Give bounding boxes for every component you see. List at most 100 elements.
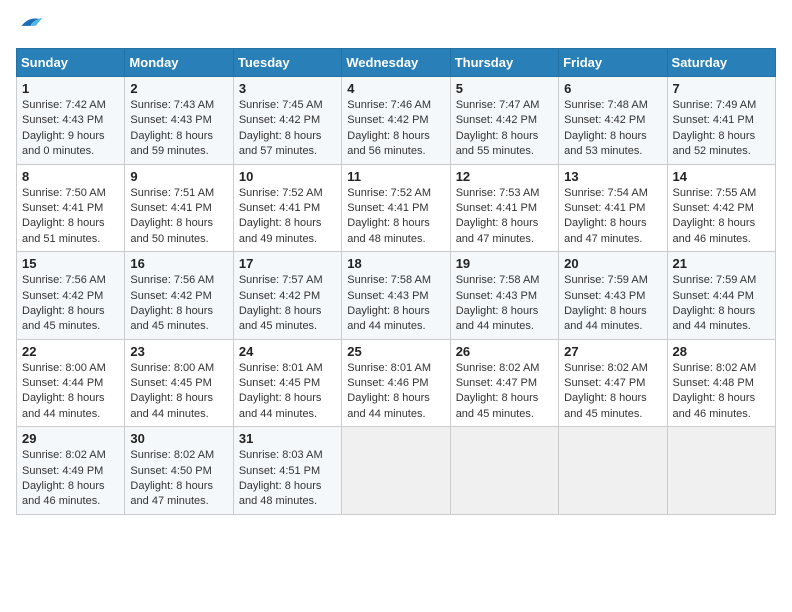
day-number: 21 [673,256,770,271]
calendar-cell: 19 Sunrise: 7:58 AMSunset: 4:43 PMDayligh… [450,252,558,340]
day-number: 29 [22,431,119,446]
cell-info: Sunrise: 7:56 AMSunset: 4:42 PMDaylight:… [22,273,119,335]
calendar-cell: 29Sunrise: 8:02 AMSunset: 4:49 PMDayligh… [17,427,125,515]
cell-info: Sunrise: 8:02 AMSunset: 4:48 PMDaylight:… [673,361,770,423]
day-number: 2 [130,81,227,96]
cell-info: Sunrise: 7:52 AMSunset: 4:41 PMDaylight:… [347,186,444,248]
calendar-cell: 21 Sunrise: 7:59 AMSunset: 4:44 PMDayligh… [667,252,775,340]
day-number: 11 [347,169,444,184]
weekday-header: Sunday [17,49,125,77]
calendar-cell: 26 Sunrise: 8:02 AMSunset: 4:47 PMDayligh… [450,339,558,427]
logo-icon [18,13,46,31]
weekday-header: Saturday [667,49,775,77]
cell-info: Sunrise: 7:45 AMSunset: 4:42 PMDaylight:… [239,98,336,160]
day-number: 9 [130,169,227,184]
calendar-cell: 20 Sunrise: 7:59 AMSunset: 4:43 PMDayligh… [559,252,667,340]
cell-info: Sunrise: 7:59 AMSunset: 4:43 PMDaylight:… [564,273,661,335]
calendar-cell: 1 Sunrise: 7:42 AMSunset: 4:43 PMDaylight… [17,77,125,165]
cell-info: Sunrise: 8:03 AMSunset: 4:51 PMDaylight:… [239,448,336,510]
day-number: 19 [456,256,553,271]
calendar-cell: 25 Sunrise: 8:01 AMSunset: 4:46 PMDayligh… [342,339,450,427]
calendar-week-row: 15 Sunrise: 7:56 AMSunset: 4:42 PMDayligh… [17,252,776,340]
cell-info: Sunrise: 8:02 AMSunset: 4:47 PMDaylight:… [456,361,553,423]
day-number: 3 [239,81,336,96]
calendar-cell: 11 Sunrise: 7:52 AMSunset: 4:41 PMDayligh… [342,164,450,252]
calendar-cell: 4 Sunrise: 7:46 AMSunset: 4:42 PMDaylight… [342,77,450,165]
day-number: 4 [347,81,444,96]
calendar-cell: 3 Sunrise: 7:45 AMSunset: 4:42 PMDaylight… [233,77,341,165]
calendar-cell: 8Sunrise: 7:50 AMSunset: 4:41 PMDaylight… [17,164,125,252]
cell-info: Sunrise: 8:01 AMSunset: 4:46 PMDaylight:… [347,361,444,423]
calendar-cell: 9Sunrise: 7:51 AMSunset: 4:41 PMDaylight… [125,164,233,252]
weekday-header: Monday [125,49,233,77]
cell-info: Sunrise: 7:56 AMSunset: 4:42 PMDaylight:… [130,273,227,335]
calendar-cell: 24 Sunrise: 8:01 AMSunset: 4:45 PMDayligh… [233,339,341,427]
calendar-cell: 30Sunrise: 8:02 AMSunset: 4:50 PMDayligh… [125,427,233,515]
cell-info: Sunrise: 8:00 AMSunset: 4:44 PMDaylight:… [22,361,119,423]
calendar-table: SundayMondayTuesdayWednesdayThursdayFrid… [16,48,776,515]
day-number: 15 [22,256,119,271]
day-number: 20 [564,256,661,271]
calendar-cell: 22 Sunrise: 8:00 AMSunset: 4:44 PMDayligh… [17,339,125,427]
day-number: 1 [22,81,119,96]
cell-info: Sunrise: 7:58 AMSunset: 4:43 PMDaylight:… [347,273,444,335]
cell-info: Sunrise: 8:02 AMSunset: 4:47 PMDaylight:… [564,361,661,423]
cell-info: Sunrise: 7:49 AMSunset: 4:41 PMDaylight:… [673,98,770,160]
calendar-cell [667,427,775,515]
day-number: 30 [130,431,227,446]
calendar-cell: 28 Sunrise: 8:02 AMSunset: 4:48 PMDayligh… [667,339,775,427]
day-number: 10 [239,169,336,184]
day-number: 31 [239,431,336,446]
cell-info: Sunrise: 8:00 AMSunset: 4:45 PMDaylight:… [130,361,227,423]
calendar-cell: 15 Sunrise: 7:56 AMSunset: 4:42 PMDayligh… [17,252,125,340]
cell-info: Sunrise: 7:58 AMSunset: 4:43 PMDaylight:… [456,273,553,335]
logo [16,16,46,38]
day-number: 25 [347,344,444,359]
calendar-cell [342,427,450,515]
calendar-cell: 6 Sunrise: 7:48 AMSunset: 4:42 PMDaylight… [559,77,667,165]
calendar-cell: 13 Sunrise: 7:54 AMSunset: 4:41 PMDayligh… [559,164,667,252]
calendar-cell: 5Sunrise: 7:47 AMSunset: 4:42 PMDaylight… [450,77,558,165]
day-number: 7 [673,81,770,96]
weekday-header: Wednesday [342,49,450,77]
calendar-week-row: 8Sunrise: 7:50 AMSunset: 4:41 PMDaylight… [17,164,776,252]
calendar-cell [559,427,667,515]
cell-info: Sunrise: 7:48 AMSunset: 4:42 PMDaylight:… [564,98,661,160]
calendar-cell [450,427,558,515]
day-number: 18 [347,256,444,271]
page-header [16,16,776,38]
cell-info: Sunrise: 7:55 AMSunset: 4:42 PMDaylight:… [673,186,770,248]
day-number: 28 [673,344,770,359]
weekday-header: Thursday [450,49,558,77]
cell-info: Sunrise: 7:59 AMSunset: 4:44 PMDaylight:… [673,273,770,335]
calendar-cell: 16 Sunrise: 7:56 AMSunset: 4:42 PMDayligh… [125,252,233,340]
calendar-cell: 31 Sunrise: 8:03 AMSunset: 4:51 PMDayligh… [233,427,341,515]
calendar-header-row: SundayMondayTuesdayWednesdayThursdayFrid… [17,49,776,77]
cell-info: Sunrise: 8:01 AMSunset: 4:45 PMDaylight:… [239,361,336,423]
weekday-header: Tuesday [233,49,341,77]
calendar-cell: 7 Sunrise: 7:49 AMSunset: 4:41 PMDaylight… [667,77,775,165]
day-number: 14 [673,169,770,184]
cell-info: Sunrise: 7:50 AMSunset: 4:41 PMDaylight:… [22,186,119,248]
calendar-cell: 17 Sunrise: 7:57 AMSunset: 4:42 PMDayligh… [233,252,341,340]
day-number: 6 [564,81,661,96]
cell-info: Sunrise: 7:47 AMSunset: 4:42 PMDaylight:… [456,98,553,160]
day-number: 23 [130,344,227,359]
cell-info: Sunrise: 7:53 AMSunset: 4:41 PMDaylight:… [456,186,553,248]
cell-info: Sunrise: 7:42 AMSunset: 4:43 PMDaylight:… [22,98,119,160]
calendar-week-row: 1 Sunrise: 7:42 AMSunset: 4:43 PMDaylight… [17,77,776,165]
cell-info: Sunrise: 7:54 AMSunset: 4:41 PMDaylight:… [564,186,661,248]
day-number: 26 [456,344,553,359]
day-number: 22 [22,344,119,359]
calendar-week-row: 22 Sunrise: 8:00 AMSunset: 4:44 PMDayligh… [17,339,776,427]
calendar-cell: 27Sunrise: 8:02 AMSunset: 4:47 PMDayligh… [559,339,667,427]
day-number: 12 [456,169,553,184]
day-number: 24 [239,344,336,359]
calendar-week-row: 29Sunrise: 8:02 AMSunset: 4:49 PMDayligh… [17,427,776,515]
day-number: 13 [564,169,661,184]
day-number: 16 [130,256,227,271]
cell-info: Sunrise: 7:57 AMSunset: 4:42 PMDaylight:… [239,273,336,335]
day-number: 17 [239,256,336,271]
cell-info: Sunrise: 7:46 AMSunset: 4:42 PMDaylight:… [347,98,444,160]
calendar-cell: 2Sunrise: 7:43 AMSunset: 4:43 PMDaylight… [125,77,233,165]
